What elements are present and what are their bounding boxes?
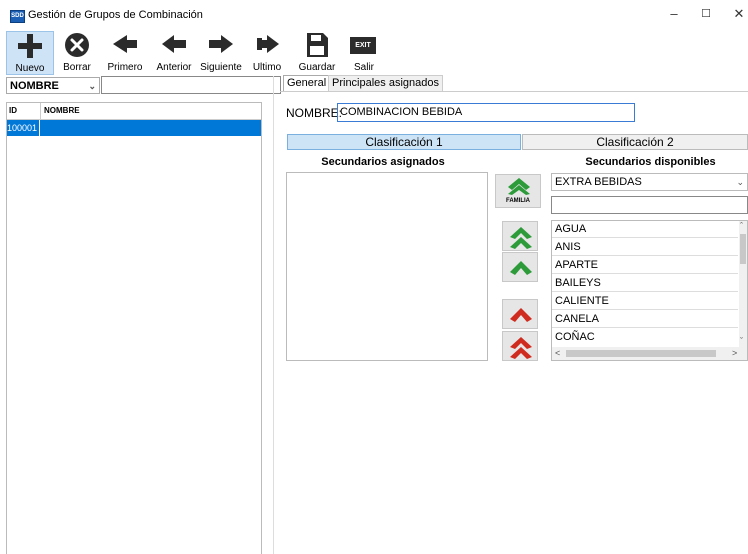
secundarios-disponibles-title: Secundarios disponibles xyxy=(585,156,716,168)
search-field-select[interactable]: NOMBRE ⌄ xyxy=(6,77,100,94)
tab-general[interactable]: General xyxy=(283,75,331,91)
list-item[interactable]: APARTE xyxy=(552,257,738,274)
close-button[interactable]: ✕ xyxy=(724,3,748,25)
scroll-down-icon[interactable]: ˇ xyxy=(740,337,743,346)
add-familia-button[interactable]: FAMILIA xyxy=(495,174,541,208)
nuevo-button[interactable]: Nuevo xyxy=(6,31,54,75)
familia-select-value: EXTRA BEBIDAS xyxy=(555,176,642,188)
title-bar: SDD Gestión de Grupos de Combinación – ☐… xyxy=(0,0,748,30)
anterior-label: Anterior xyxy=(156,62,192,73)
guardar-button[interactable]: Guardar xyxy=(296,31,338,73)
tab-principales-asignados[interactable]: Principales asignados xyxy=(328,75,444,92)
save-disk-icon xyxy=(307,33,328,57)
table-row[interactable]: 100001 xyxy=(7,120,261,136)
minimize-button[interactable]: – xyxy=(659,3,689,25)
exit-icon: EXIT xyxy=(350,37,376,54)
vertical-scrollbar[interactable]: ˆ ˇ xyxy=(739,221,747,347)
last-record-icon xyxy=(257,35,279,53)
column-header-nombre[interactable]: NOMBRE xyxy=(44,103,80,119)
add-all-button[interactable] xyxy=(502,221,538,251)
remove-one-button[interactable] xyxy=(502,299,538,329)
maximize-button[interactable]: ☐ xyxy=(691,3,721,25)
first-record-icon xyxy=(113,35,137,53)
guardar-label: Guardar xyxy=(298,62,336,73)
scroll-right-icon[interactable]: > xyxy=(732,349,737,358)
borrar-label: Borrar xyxy=(63,62,91,73)
secundarios-disponibles-list[interactable]: AGUA ANIS APARTE BAILEYS CALIENTE CANELA… xyxy=(551,220,748,361)
ultimo-label: Ultimo xyxy=(252,62,282,73)
double-up-green-icon xyxy=(508,178,530,195)
list-item[interactable]: ANIS xyxy=(552,239,738,256)
previous-arrow-icon xyxy=(162,35,186,53)
remove-all-button[interactable] xyxy=(502,331,538,361)
horizontal-scroll-thumb[interactable] xyxy=(566,350,716,357)
primero-label: Primero xyxy=(107,62,143,73)
app-icon: SDD xyxy=(10,10,25,23)
nombre-label: NOMBRE: xyxy=(286,106,343,120)
row-id-cell: 100001 xyxy=(7,120,40,136)
search-field-value: NOMBRE xyxy=(10,80,59,92)
search-input[interactable] xyxy=(101,76,281,94)
grid-header: ID NOMBRE xyxy=(7,103,261,120)
list-item[interactable]: CANELA xyxy=(552,311,738,328)
list-item[interactable]: AGUA xyxy=(552,221,738,238)
up-red-icon xyxy=(510,308,532,322)
secundarios-asignados-title: Secundarios asignados xyxy=(321,156,445,168)
borrar-button[interactable]: Borrar xyxy=(56,31,98,73)
double-up-green-icon xyxy=(510,227,532,249)
disponibles-filter-input[interactable] xyxy=(551,196,748,214)
primero-button[interactable]: Primero xyxy=(104,31,146,73)
tab-clasificacion-1[interactable]: Clasificación 1 xyxy=(287,134,521,150)
siguiente-button[interactable]: Siguiente xyxy=(199,31,243,73)
next-arrow-icon xyxy=(209,35,233,53)
horizontal-scrollbar[interactable]: < > xyxy=(552,347,747,360)
vertical-scroll-thumb[interactable] xyxy=(740,234,746,264)
scroll-left-icon[interactable]: < xyxy=(555,349,560,358)
secundarios-asignados-list[interactable] xyxy=(286,172,488,361)
add-one-button[interactable] xyxy=(502,252,538,282)
list-item[interactable]: COÑAC xyxy=(552,329,738,346)
chevron-down-icon: ⌄ xyxy=(736,177,744,187)
records-grid: ID NOMBRE 100001 xyxy=(6,102,262,554)
double-up-red-icon xyxy=(510,337,532,359)
up-green-icon xyxy=(510,261,532,275)
plus-icon xyxy=(18,34,42,58)
nuevo-label: Nuevo xyxy=(15,63,45,74)
ultimo-button[interactable]: Ultimo xyxy=(249,31,285,73)
list-item[interactable]: CALIENTE xyxy=(552,293,738,310)
tab-divider xyxy=(280,91,748,92)
siguiente-label: Siguiente xyxy=(200,62,242,73)
chevron-down-icon: ⌄ xyxy=(88,81,96,91)
familia-label: FAMILIA xyxy=(506,198,530,204)
scroll-up-icon[interactable]: ˆ xyxy=(740,222,743,231)
anterior-button[interactable]: Anterior xyxy=(153,31,195,73)
list-item[interactable]: BAILEYS xyxy=(552,275,738,292)
window-title: Gestión de Grupos de Combinación xyxy=(28,9,203,21)
tab-clasificacion-2[interactable]: Clasificación 2 xyxy=(522,134,748,150)
nombre-input[interactable]: COMBINACION BEBIDA xyxy=(337,103,635,122)
delete-circle-icon xyxy=(65,33,89,57)
column-divider xyxy=(40,103,41,119)
salir-label: Salir xyxy=(353,62,374,73)
panel-splitter[interactable] xyxy=(273,76,274,554)
familia-select[interactable]: EXTRA BEBIDAS ⌄ xyxy=(551,173,748,191)
salir-button[interactable]: EXIT Salir xyxy=(346,31,382,73)
column-header-id[interactable]: ID xyxy=(9,103,17,119)
